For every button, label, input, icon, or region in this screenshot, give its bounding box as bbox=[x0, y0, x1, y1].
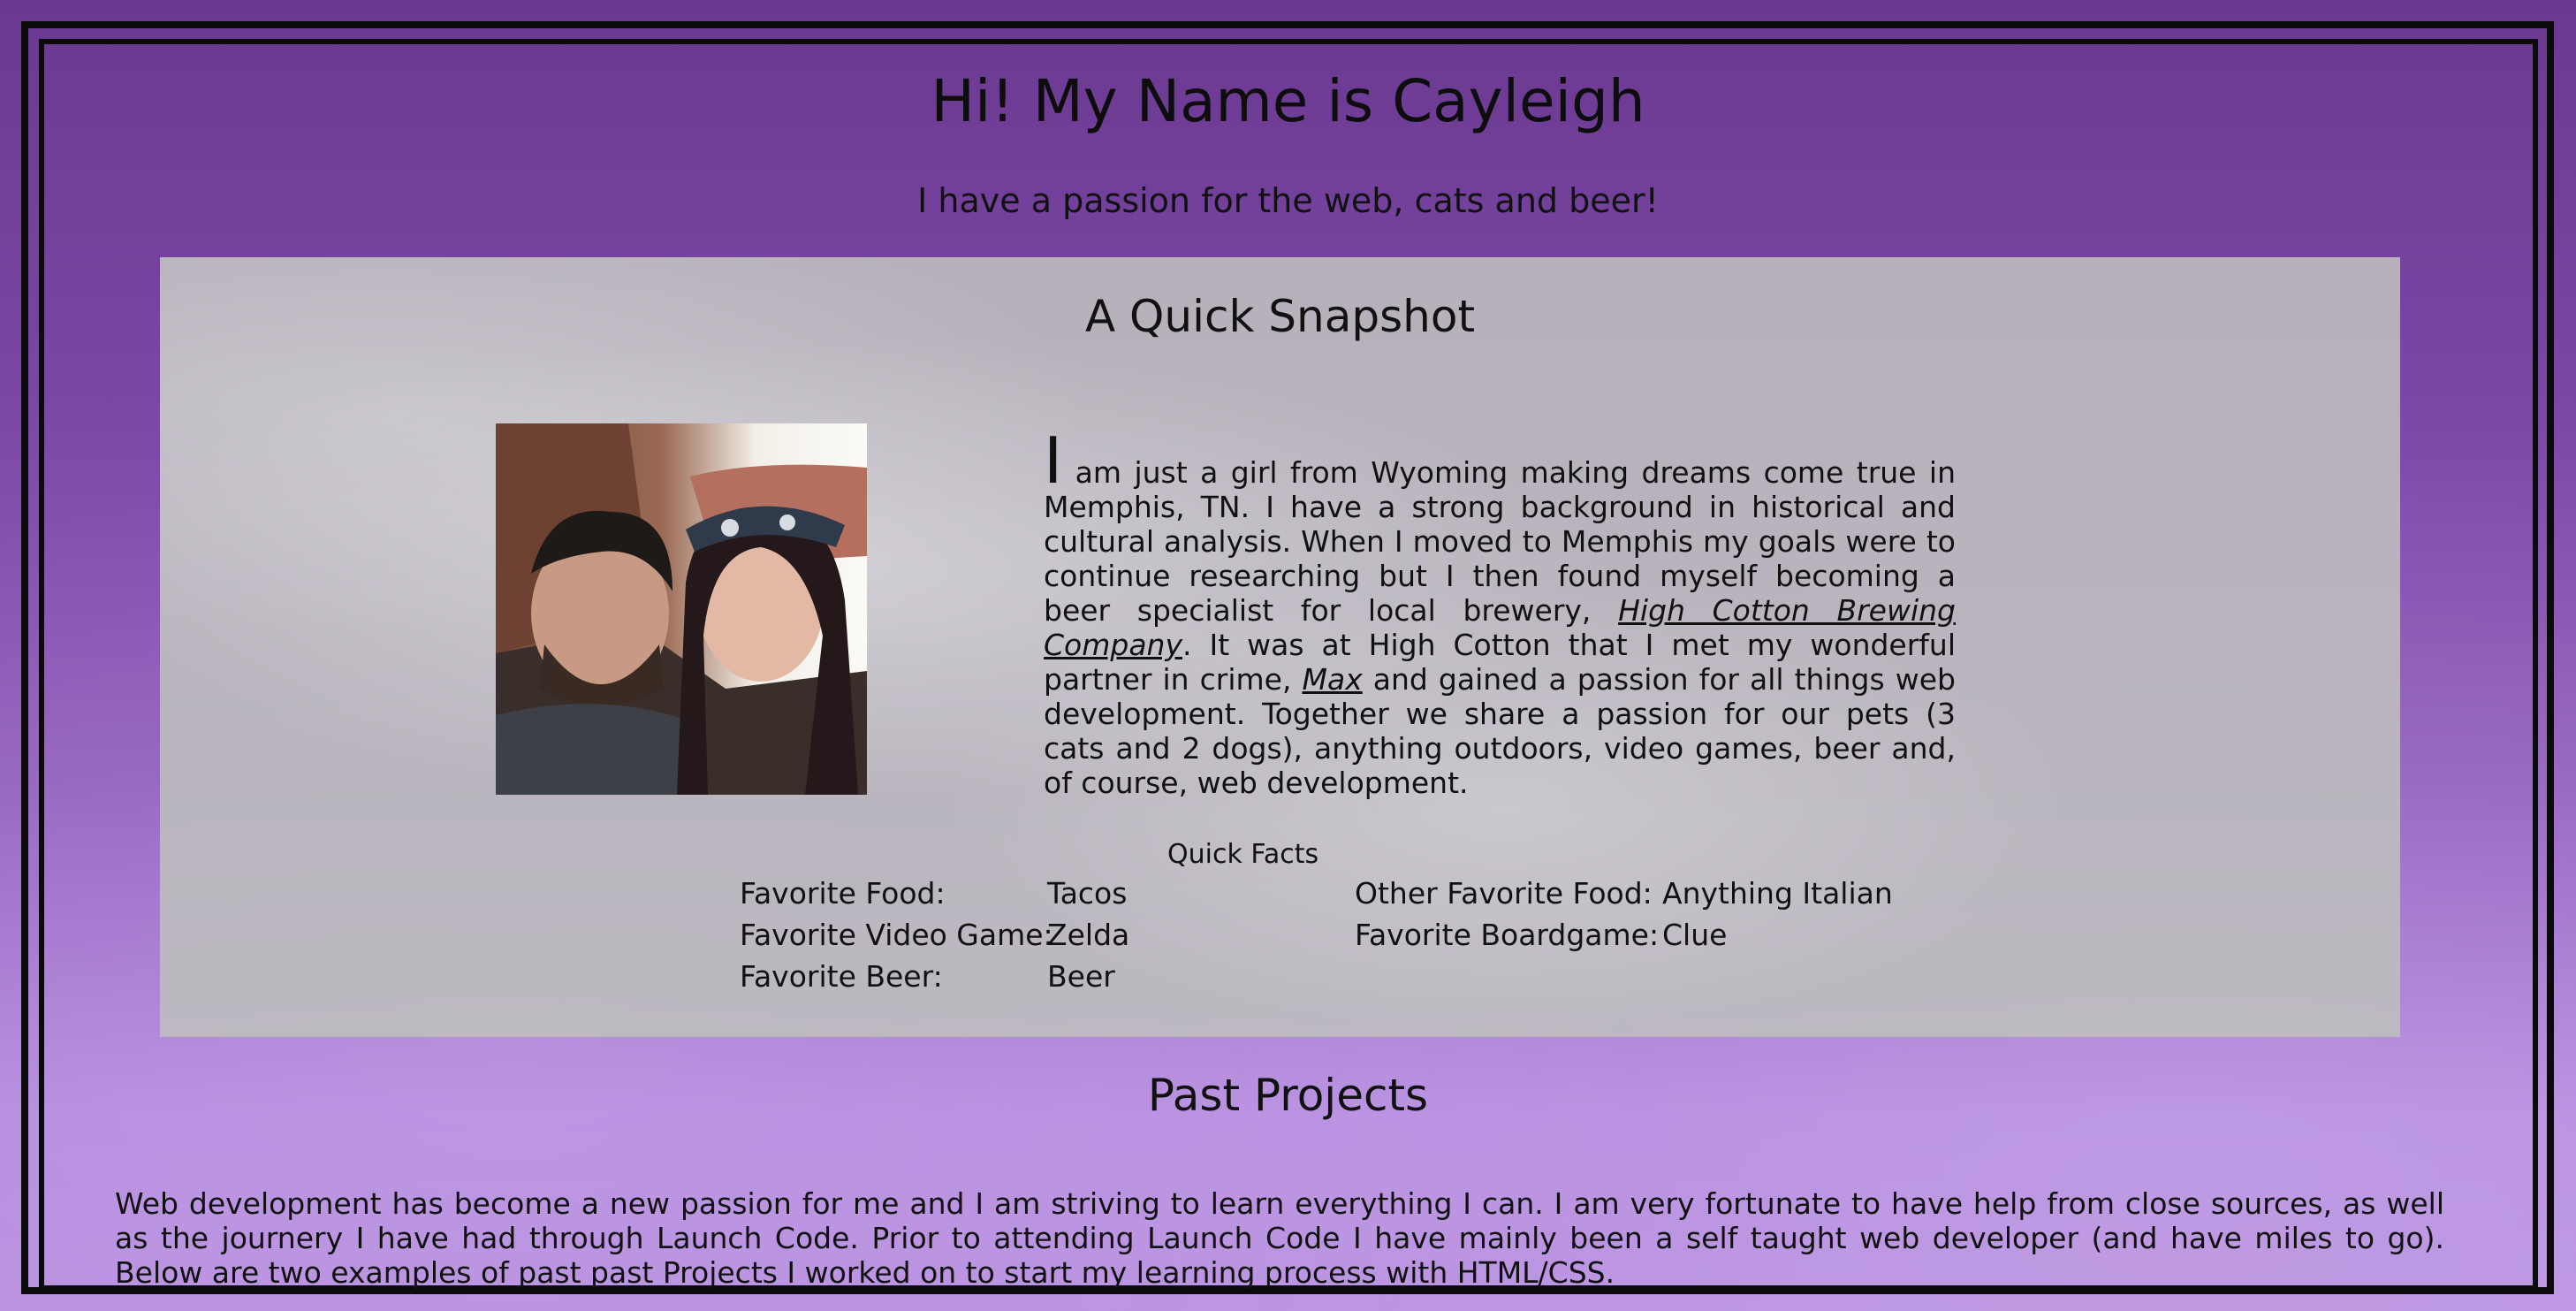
fact-label-beer: Favorite Beer: bbox=[740, 959, 943, 994]
fact-value-food: Tacos bbox=[1047, 876, 1128, 911]
fact-label-food: Favorite Food: bbox=[740, 876, 946, 911]
quick-facts-title: Quick Facts bbox=[1167, 839, 1319, 870]
snapshot-section: A Quick Snapshot I am just a girl from W… bbox=[160, 257, 2400, 1037]
fact-label-video-game: Favorite Video Game: bbox=[740, 918, 1053, 952]
fact-value-boardgame: Clue bbox=[1662, 918, 1728, 952]
fact-value-video-game: Zelda bbox=[1047, 918, 1130, 952]
profile-photo bbox=[496, 423, 867, 795]
snapshot-title: A Quick Snapshot bbox=[1084, 291, 1476, 342]
bio-dropcap: I bbox=[1044, 423, 1063, 498]
fact-label-other-food: Other Favorite Food: bbox=[1355, 876, 1653, 911]
max-link[interactable]: Max bbox=[1303, 662, 1363, 697]
page-subtitle: I have a passion for the web, cats and b… bbox=[917, 181, 1659, 220]
projects-paragraph: Web development has become a new passion… bbox=[115, 1186, 2444, 1290]
projects-title: Past Projects bbox=[1147, 1070, 1429, 1121]
fact-value-beer: Beer bbox=[1047, 959, 1115, 994]
fact-value-other-food: Anything Italian bbox=[1662, 876, 1893, 911]
fact-label-boardgame: Favorite Boardgame: bbox=[1355, 918, 1660, 952]
page-title: Hi! My Name is Cayleigh bbox=[931, 67, 1645, 135]
bio-paragraph: I am just a girl from Wyoming making dre… bbox=[1044, 429, 1956, 800]
